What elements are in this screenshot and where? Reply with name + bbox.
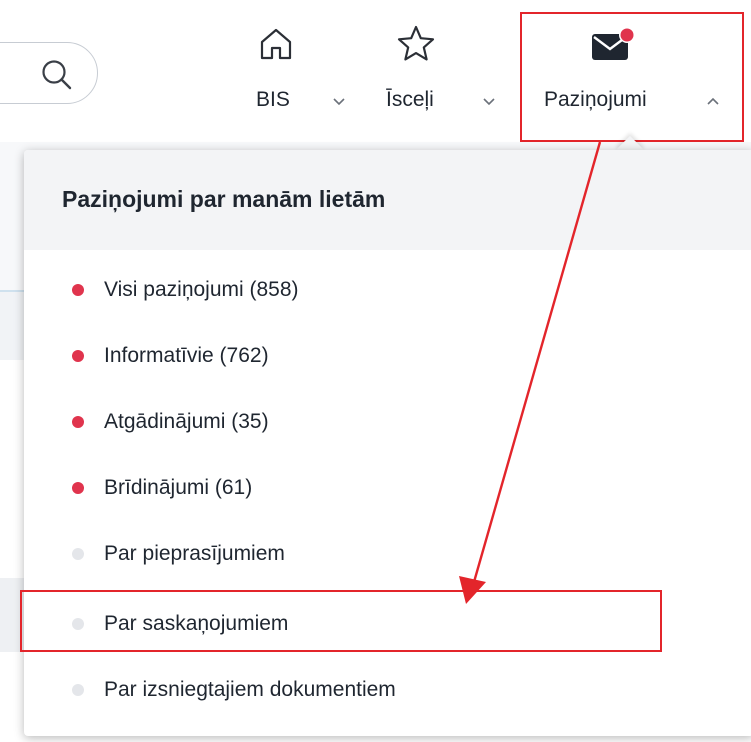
status-dot bbox=[72, 350, 84, 362]
search-icon[interactable] bbox=[40, 58, 74, 92]
menu-item-informative[interactable]: Informatīvie (762) bbox=[24, 324, 751, 390]
chevron-down-icon bbox=[333, 98, 345, 106]
menu-item-label: Visi paziņojumi (858) bbox=[104, 278, 299, 301]
nav-bis-label: BIS bbox=[256, 88, 290, 111]
menu-item-warnings[interactable]: Brīdinājumi (61) bbox=[24, 456, 751, 522]
menu-item-label: Informatīvie (762) bbox=[104, 344, 269, 367]
status-dot bbox=[72, 684, 84, 696]
annotation-box-menu-item bbox=[20, 590, 662, 652]
menu-item-label: Par izsniegtajiem dokumentiem bbox=[104, 678, 396, 701]
menu-item-requests[interactable]: Par pieprasījumiem bbox=[24, 522, 751, 588]
dropdown-title: Paziņojumi par manām lietām bbox=[62, 186, 386, 212]
status-dot bbox=[72, 482, 84, 494]
status-dot bbox=[72, 284, 84, 296]
annotation-box-nav bbox=[520, 12, 744, 142]
menu-item-all-notifications[interactable]: Visi paziņojumi (858) bbox=[24, 258, 751, 324]
chevron-down-icon bbox=[483, 98, 495, 106]
status-dot bbox=[72, 548, 84, 560]
home-icon bbox=[260, 28, 292, 60]
menu-item-label: Brīdinājumi (61) bbox=[104, 476, 253, 499]
nav-isceli-label: Īsceļi bbox=[386, 88, 434, 111]
star-icon bbox=[397, 25, 435, 61]
menu-item-label: Atgādinājumi (35) bbox=[104, 410, 269, 433]
menu-item-label: Par pieprasījumiem bbox=[104, 542, 285, 565]
menu-item-reminders[interactable]: Atgādinājumi (35) bbox=[24, 390, 751, 456]
nav-isceli[interactable]: Īsceļi bbox=[378, 20, 508, 130]
nav-bis[interactable]: BIS bbox=[250, 20, 350, 130]
menu-item-issued-documents[interactable]: Par izsniegtajiem dokumentiem bbox=[24, 658, 751, 724]
dropdown-header: Paziņojumi par manām lietām bbox=[24, 150, 751, 250]
status-dot bbox=[72, 416, 84, 428]
